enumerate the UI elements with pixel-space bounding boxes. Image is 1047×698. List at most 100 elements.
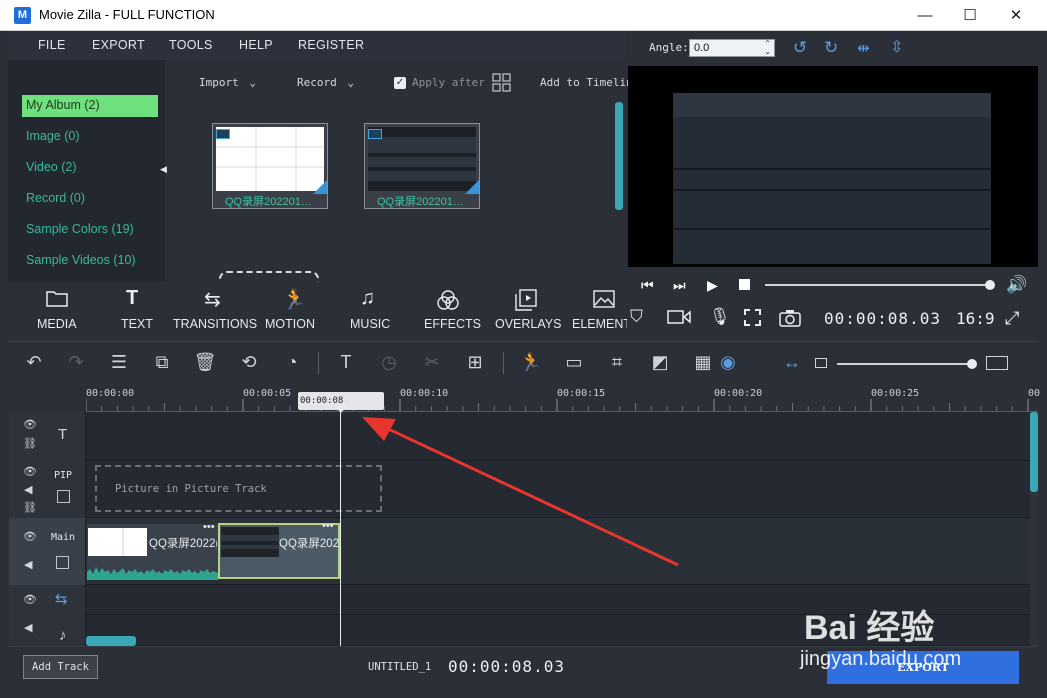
- zoom-fit-icon[interactable]: ◉: [716, 352, 740, 374]
- redo-icon[interactable]: ↷: [64, 352, 88, 374]
- preview-progress-track[interactable]: [765, 284, 990, 286]
- rotate-right-icon[interactable]: ↻: [824, 38, 838, 58]
- flip-horizontal-icon[interactable]: ⇹: [857, 39, 870, 57]
- aspect-ratio-label[interactable]: 16:9: [956, 309, 995, 328]
- step-forward-icon[interactable]: ⏭: [673, 277, 686, 294]
- more-options-icon[interactable]: •••: [203, 521, 215, 533]
- overlays-icon[interactable]: [515, 289, 537, 311]
- crop-frame-icon[interactable]: [744, 309, 761, 326]
- media-scrollbar[interactable]: [615, 102, 623, 210]
- play-icon[interactable]: ▶: [707, 277, 718, 294]
- text-tool-icon[interactable]: T: [334, 352, 358, 374]
- record-dropdown[interactable]: Record ⌄: [297, 76, 354, 89]
- menu-export[interactable]: EXPORT: [92, 38, 145, 52]
- link-icon[interactable]: ⛓: [23, 437, 37, 450]
- zoom-out-icon[interactable]: [815, 358, 827, 368]
- category-text[interactable]: TEXT: [121, 317, 153, 331]
- media-thumb[interactable]: QQ录屏202201…: [364, 123, 480, 209]
- spinner-icon[interactable]: ⌃ ⌄: [764, 40, 771, 56]
- angle-input[interactable]: 0.0 ⌃ ⌄: [689, 39, 775, 57]
- album-item-video[interactable]: Video (2): [22, 157, 158, 179]
- grid-overlay-icon[interactable]: ▦: [691, 352, 715, 374]
- link-icon[interactable]: ⛓: [23, 501, 37, 514]
- album-item-my-album[interactable]: My Album (2): [22, 95, 158, 117]
- zoom-slider-handle[interactable]: [967, 359, 977, 369]
- text-track[interactable]: [86, 412, 1030, 461]
- crop-icon[interactable]: ⌗: [605, 352, 629, 374]
- main-track[interactable]: QQ录屏2022( ••• QQ录屏202: •••: [86, 518, 1030, 585]
- menu-tools[interactable]: TOOLS: [169, 38, 213, 52]
- maximize-button[interactable]: ☐: [947, 0, 993, 31]
- flip-vertical-icon[interactable]: ⇳: [890, 37, 903, 57]
- visibility-eye-icon[interactable]: 👁: [23, 593, 37, 606]
- visibility-eye-icon[interactable]: 👁: [23, 530, 37, 543]
- media-thumb[interactable]: QQ录屏202201…: [212, 123, 328, 209]
- fullscreen-icon[interactable]: ⤢: [1005, 308, 1019, 329]
- speaker-icon[interactable]: ◀: [24, 483, 32, 496]
- duration-icon[interactable]: ◷: [377, 352, 401, 374]
- minimize-button[interactable]: —: [902, 0, 948, 31]
- stop-icon[interactable]: [739, 279, 750, 290]
- snapshot-icon[interactable]: [779, 309, 801, 327]
- visibility-eye-icon[interactable]: 👁: [23, 418, 37, 431]
- motion-tool-icon[interactable]: 🏃: [519, 352, 543, 374]
- preview-progress-handle[interactable]: [985, 280, 995, 290]
- add-to-timeline-button[interactable]: Add to Timelin: [540, 76, 633, 89]
- import-dropdown[interactable]: Import ⌄: [199, 76, 256, 89]
- menu-register[interactable]: REGISTER: [298, 38, 364, 52]
- zoom-in-icon[interactable]: [986, 356, 1008, 370]
- category-effects[interactable]: EFFECTS: [424, 317, 481, 331]
- expand-icon[interactable]: ↔: [780, 352, 804, 374]
- category-overlays[interactable]: OVERLAYS: [495, 317, 561, 331]
- more-options-icon[interactable]: •••: [322, 520, 334, 532]
- album-item-sample-colors[interactable]: Sample Colors (19): [22, 219, 158, 241]
- pip-track[interactable]: Picture in Picture Track: [86, 461, 1030, 518]
- screen-icon[interactable]: ▭: [562, 352, 586, 374]
- rotate-clip-icon[interactable]: ⟲: [237, 352, 261, 374]
- paint-bucket-icon[interactable]: ⛉: [630, 307, 643, 327]
- playhead-line[interactable]: [340, 408, 341, 646]
- grid-view-icon[interactable]: [492, 73, 511, 92]
- camera-icon[interactable]: [667, 309, 691, 325]
- speaker-icon[interactable]: ◀: [24, 558, 32, 571]
- timeline-clip-selected[interactable]: QQ录屏202: •••: [218, 520, 340, 579]
- collapse-arrow-icon[interactable]: ◀: [160, 164, 167, 175]
- media-icon[interactable]: [46, 289, 68, 307]
- apply-after-checkbox[interactable]: ✓: [394, 77, 406, 89]
- category-music[interactable]: MUSIC: [350, 317, 390, 331]
- zoom-slider-track[interactable]: [837, 363, 973, 365]
- speaker-icon[interactable]: ◀: [24, 621, 32, 634]
- close-button[interactable]: ✕: [993, 0, 1039, 31]
- copy-icon[interactable]: ⧉: [150, 352, 174, 374]
- category-elements[interactable]: ELEMENTS: [572, 317, 627, 331]
- undo-icon[interactable]: ↶: [22, 352, 46, 374]
- mosaic-icon[interactable]: ◩: [648, 352, 672, 374]
- delete-icon[interactable]: 🗑: [193, 352, 217, 374]
- album-item-record[interactable]: Record (0): [22, 188, 158, 210]
- effects-icon[interactable]: [437, 289, 459, 311]
- add-track-button[interactable]: Add Track: [23, 655, 98, 679]
- microphone-icon[interactable]: 🎙: [709, 307, 731, 327]
- timeline-h-scrollbar[interactable]: [86, 636, 136, 646]
- speed-icon[interactable]: ◔: [280, 352, 304, 374]
- split-icon[interactable]: ✂: [420, 352, 444, 374]
- category-media[interactable]: MEDIA: [37, 317, 77, 331]
- volume-icon[interactable]: 🔊: [1006, 275, 1027, 295]
- menu-file[interactable]: FILE: [38, 38, 66, 52]
- motion-icon[interactable]: 🏃: [282, 287, 307, 312]
- timeline-v-scrollbar[interactable]: [1030, 412, 1038, 492]
- rotate-left-icon[interactable]: ↺: [793, 38, 807, 58]
- album-item-image[interactable]: Image (0): [22, 126, 158, 148]
- playhead-marker-icon[interactable]: [335, 406, 347, 413]
- elements-icon[interactable]: [593, 290, 615, 308]
- transitions-icon[interactable]: ⇆: [204, 287, 221, 312]
- category-transitions[interactable]: TRANSITIONS: [173, 317, 257, 331]
- visibility-eye-icon[interactable]: 👁: [23, 465, 37, 478]
- album-item-sample-videos[interactable]: Sample Videos (10): [22, 250, 158, 272]
- music-icon[interactable]: ♫: [360, 287, 375, 310]
- timeline-clip[interactable]: QQ录屏2022( •••: [87, 521, 218, 580]
- text-icon[interactable]: T: [126, 287, 138, 310]
- menu-help[interactable]: HELP: [239, 38, 273, 52]
- adjust-sliders-icon[interactable]: ☰: [107, 352, 131, 374]
- pip-placeholder[interactable]: Picture in Picture Track: [95, 465, 382, 512]
